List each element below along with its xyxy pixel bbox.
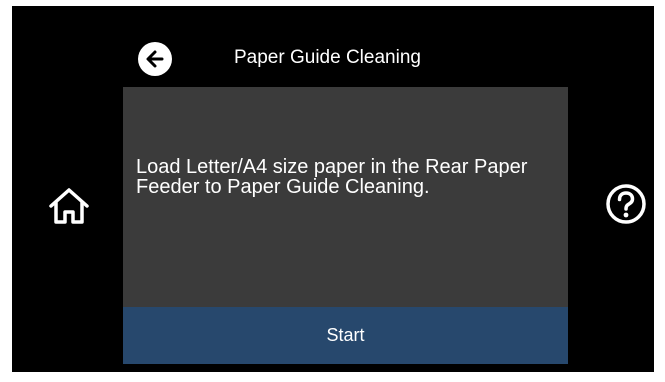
dialog-message: Load Letter/A4 size paper in the Rear Pa… — [136, 156, 528, 198]
help-button[interactable] — [602, 180, 650, 228]
start-button[interactable]: Start — [123, 307, 568, 364]
home-button[interactable] — [45, 182, 93, 230]
header: Paper Guide Cleaning — [12, 6, 654, 86]
arrow-left-icon — [146, 50, 164, 68]
home-icon — [49, 188, 89, 224]
page-title: Paper Guide Cleaning — [234, 47, 421, 68]
printer-screen: Paper Guide Cleaning Load Letter/A4 size… — [12, 6, 654, 372]
dialog-panel: Load Letter/A4 size paper in the Rear Pa… — [123, 87, 568, 364]
question-circle-icon — [606, 184, 646, 224]
back-button[interactable] — [138, 42, 172, 76]
